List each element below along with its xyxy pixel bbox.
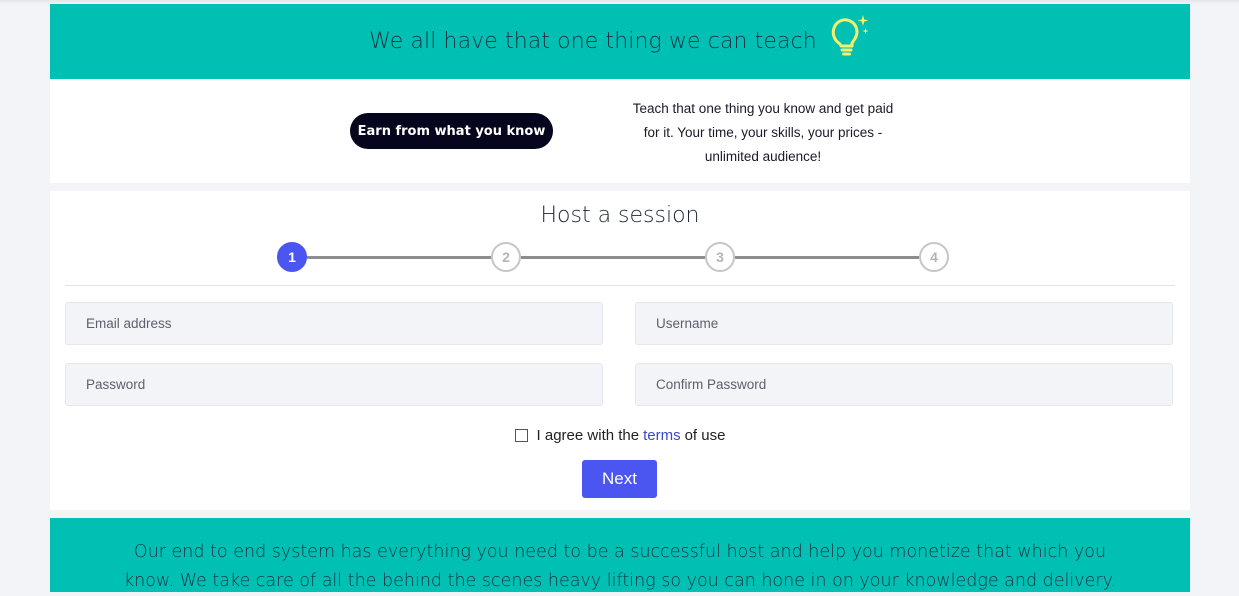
host-session-form: Host a session 1 2 3 4 I agree with the … <box>50 191 1190 510</box>
step-connector <box>735 256 919 259</box>
hero-title: We all have that one thing we can teach <box>369 29 817 54</box>
agree-text-suffix: of use <box>684 427 726 444</box>
terms-agreement: I agree with the terms of use <box>50 427 1190 444</box>
password-field[interactable] <box>65 363 603 406</box>
footer-text: Our end to end system has everything you… <box>124 542 1116 591</box>
form-divider <box>65 285 1175 286</box>
step-1[interactable]: 1 <box>277 242 307 272</box>
step-2[interactable]: 2 <box>491 242 521 272</box>
next-button[interactable]: Next <box>582 460 657 498</box>
username-field[interactable] <box>635 302 1173 345</box>
step-connector <box>307 256 491 259</box>
agree-checkbox[interactable] <box>514 429 528 442</box>
hero-banner: We all have that one thing we can teach <box>50 4 1190 79</box>
agree-text-prefix: I agree with the <box>536 427 640 444</box>
progress-stepper: 1 2 3 4 <box>277 242 949 272</box>
intro-description: Teach that one thing you know and get pa… <box>632 101 894 164</box>
step-3[interactable]: 3 <box>705 242 735 272</box>
footer-banner: Our end to end system has everything you… <box>50 518 1190 592</box>
step-4[interactable]: 4 <box>919 242 949 272</box>
intro-section: Earn from what you know Teach that one t… <box>50 79 1190 183</box>
earn-from-what-you-know-button[interactable]: Earn from what you know <box>350 113 553 149</box>
form-title: Host a session <box>540 203 700 228</box>
terms-link[interactable]: terms <box>643 427 681 444</box>
lightbulb-icon <box>825 13 871 64</box>
confirm-password-field[interactable] <box>635 363 1173 406</box>
step-connector <box>521 256 705 259</box>
email-field[interactable] <box>65 302 603 345</box>
